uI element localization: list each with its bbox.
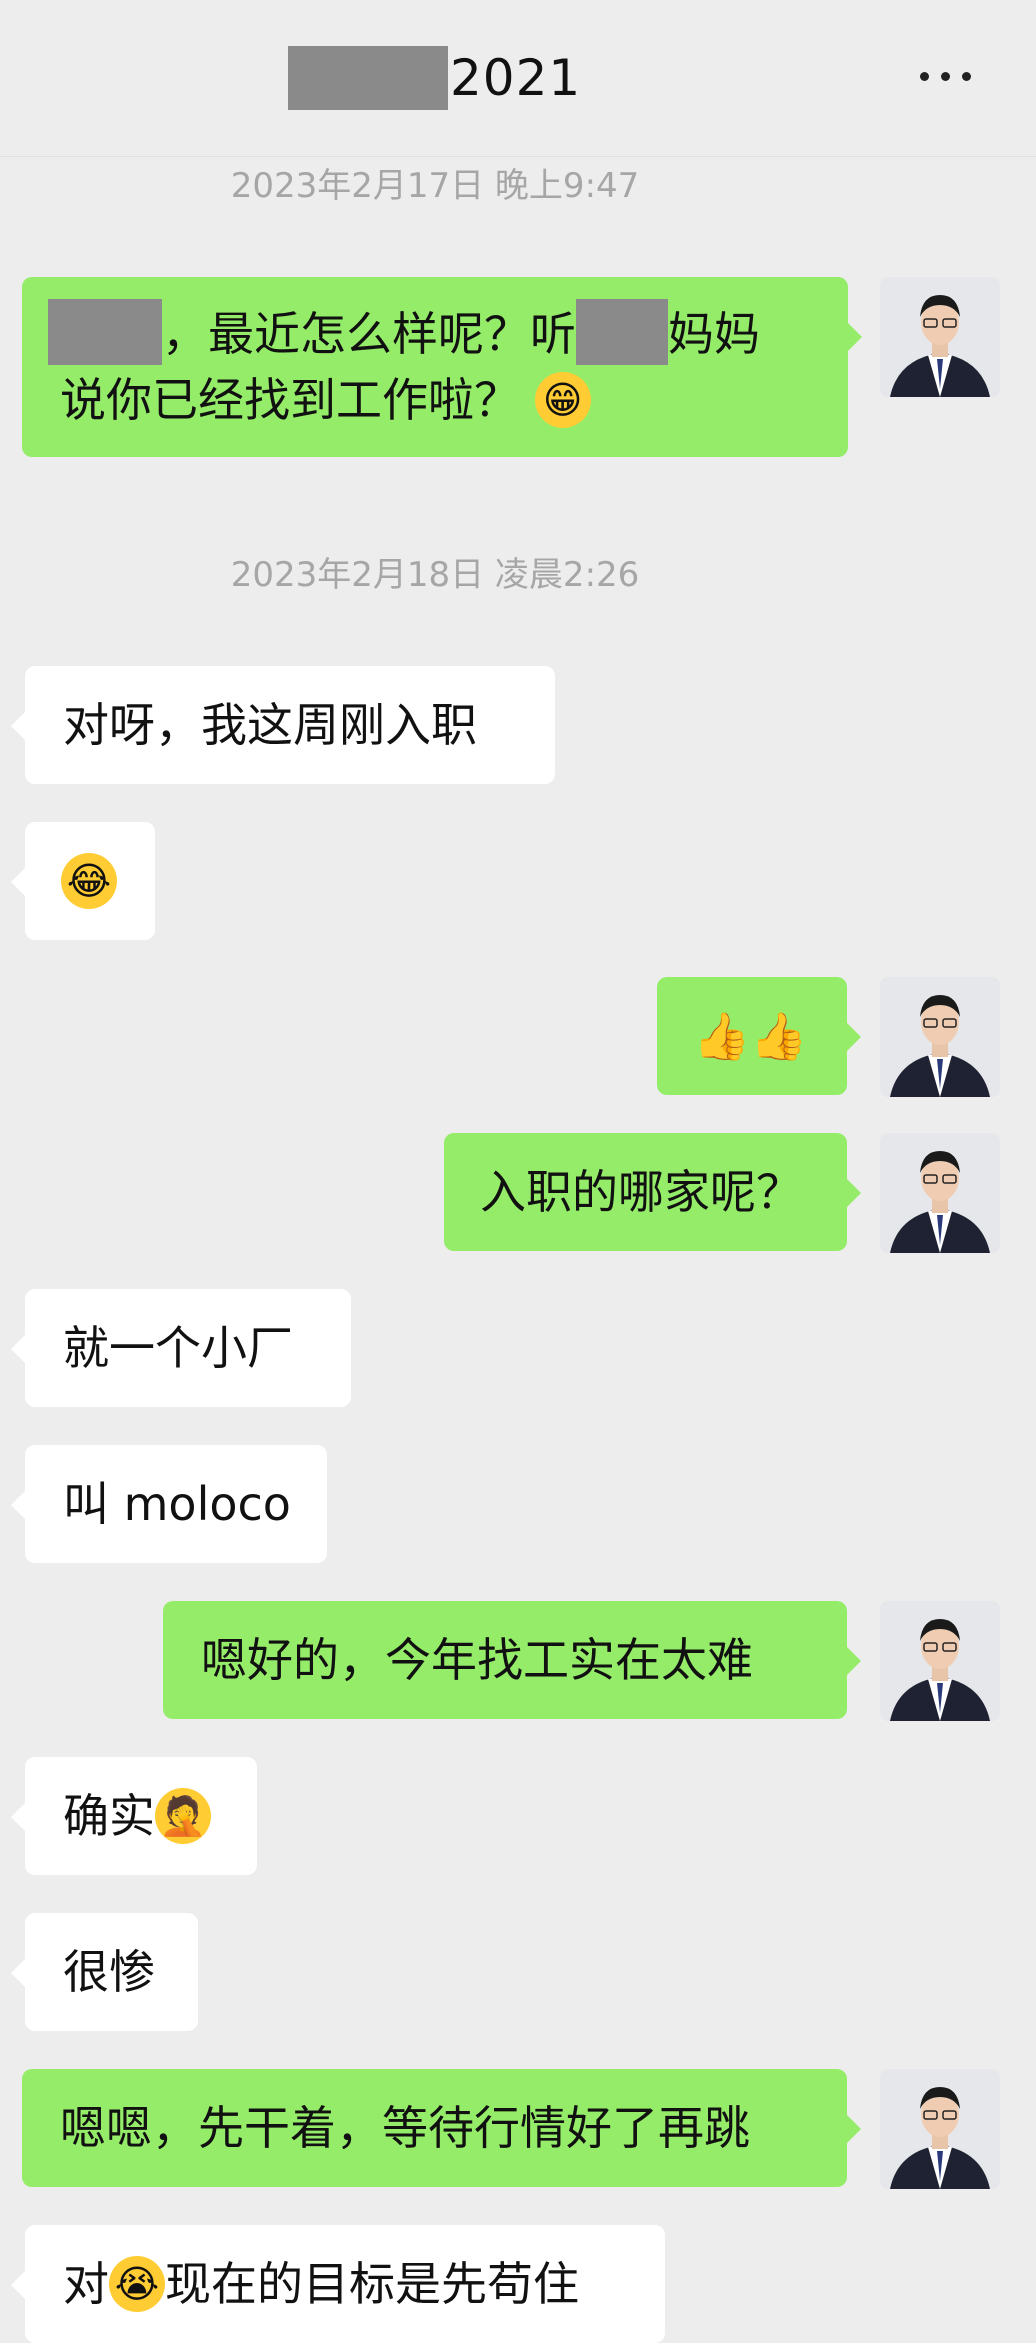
redacted-name	[288, 46, 448, 110]
message-bubble-sent[interactable]: ，最近怎么样呢？听 妈妈 说你已经找到工作啦？ 😁	[22, 277, 862, 457]
avatar[interactable]	[880, 977, 1000, 1097]
crying-emoji-icon: 😭	[109, 2255, 165, 2312]
avatar[interactable]	[880, 1601, 1000, 1721]
message-bubble-sent[interactable]: 嗯好的，今年找工实在太难	[163, 1601, 861, 1719]
avatar[interactable]	[880, 1133, 1000, 1253]
timestamp: 2023年2月17日 晚上9:47	[230, 166, 640, 206]
tears-of-joy-emoji-icon: 😂	[61, 852, 117, 909]
facepalm-emoji-icon: 🤦	[155, 1787, 211, 1844]
message-bubble-sent[interactable]: 入职的哪家呢？	[444, 1133, 861, 1251]
chat-header: 2021	[0, 0, 1036, 157]
redacted-name	[576, 298, 668, 365]
message-text: 对	[63, 2257, 109, 2311]
timestamp: 2023年2月18日 凌晨2:26	[230, 555, 640, 595]
message-text: ，最近怎么样呢？听	[162, 307, 576, 361]
message-text: 妈妈	[668, 307, 760, 361]
message-bubble-received[interactable]: 😂	[11, 822, 155, 940]
message-text: 说你已经找到工作啦？	[60, 373, 520, 427]
message-text: 现在的目标是先苟住	[165, 2257, 579, 2311]
thumbs-up-emoji-icon: 👍👍	[693, 1009, 808, 1063]
message-bubble-received[interactable]: 确实 🤦	[11, 1757, 257, 1875]
message-text: 叫 moloco	[63, 1477, 291, 1531]
more-dots-icon[interactable]	[920, 72, 971, 81]
message-bubble-received[interactable]: 对 😭 现在的目标是先苟住	[11, 2225, 665, 2343]
grin-emoji-icon: 😁	[534, 371, 591, 428]
message-bubble-received[interactable]: 叫 moloco	[11, 1445, 327, 1563]
avatar[interactable]	[880, 2069, 1000, 2189]
message-text: 入职的哪家呢？	[480, 1165, 802, 1219]
chat-title: 2021	[288, 44, 581, 112]
message-bubble-received[interactable]: 很惨	[11, 1913, 198, 2031]
message-text: 就一个小厂	[63, 1321, 293, 1375]
message-text: 嗯好的，今年找工实在太难	[201, 1633, 753, 1687]
message-text: 嗯嗯，先干着，等待行情好了再跳	[60, 2101, 750, 2155]
redacted-name	[48, 298, 162, 365]
message-text: 确实	[63, 1789, 155, 1843]
message-bubble-received[interactable]: 就一个小厂	[11, 1289, 351, 1407]
message-bubble-received[interactable]: 对呀，我这周刚入职	[11, 666, 555, 784]
chat-title-text: 2021	[450, 49, 582, 107]
avatar[interactable]	[880, 277, 1000, 397]
message-bubble-sent[interactable]: 👍👍	[657, 977, 861, 1095]
message-bubble-sent[interactable]: 嗯嗯，先干着，等待行情好了再跳	[22, 2069, 861, 2187]
message-text: 对呀，我这周刚入职	[63, 698, 477, 752]
message-text: 很惨	[63, 1945, 155, 1999]
